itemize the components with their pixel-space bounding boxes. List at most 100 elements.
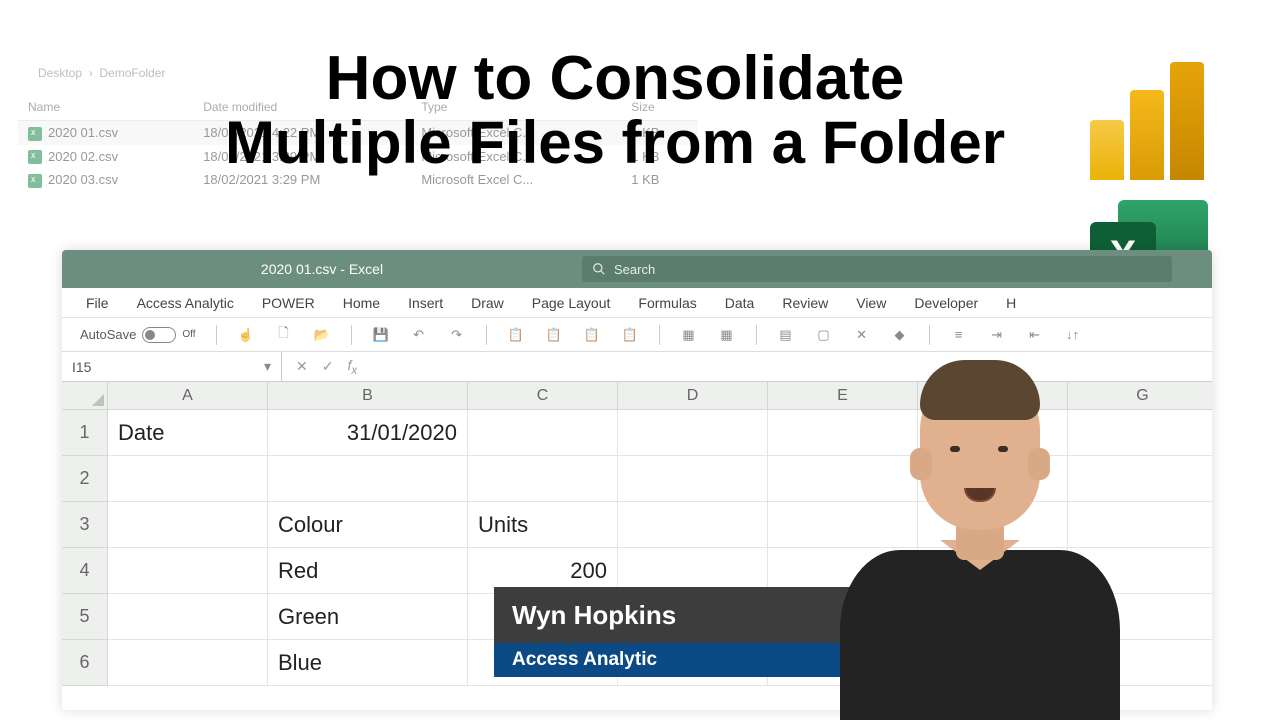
outdent-icon[interactable]: ⇤ [1026,326,1044,344]
align-icon[interactable]: ≡ [950,326,968,344]
col-header[interactable]: A [108,382,268,410]
borders-icon[interactable]: ▢ [815,326,833,344]
cell[interactable] [108,548,268,594]
cell[interactable] [618,456,768,502]
lower-third: Wyn Hopkins MVP Access Analytic [494,587,919,677]
name-box[interactable]: I15▾ [62,352,282,381]
cancel-formula-icon[interactable]: ✕ [296,358,308,375]
paste-special-icon[interactable]: 📋 [545,326,563,344]
select-all-corner[interactable] [62,382,108,410]
cell[interactable] [918,640,1068,686]
new-file-icon[interactable]: 🗋 [275,326,293,344]
cell[interactable] [918,502,1068,548]
search-icon [592,262,606,276]
window-titlebar: 2020 01.csv - Excel Search [62,250,1212,288]
cell[interactable] [108,640,268,686]
cell[interactable]: Red [268,548,468,594]
cell[interactable] [468,456,618,502]
tab-home[interactable]: Home [343,295,380,311]
mvp-badge: MVP [853,587,910,644]
tab-access-analytic[interactable]: Access Analytic [137,295,234,311]
col-header[interactable]: F [918,382,1068,410]
toggle-off-icon [142,327,176,343]
freeze-icon[interactable]: ▤ [777,326,795,344]
cell[interactable] [918,548,1068,594]
tab-file[interactable]: File [86,295,109,311]
cell[interactable] [108,594,268,640]
cell[interactable] [468,410,618,456]
row-header[interactable]: 4 [62,548,108,594]
row-header[interactable]: 2 [62,456,108,502]
cell[interactable] [1068,456,1212,502]
cell[interactable] [1068,594,1212,640]
row-header[interactable]: 6 [62,640,108,686]
redo-icon[interactable]: ↷ [448,326,466,344]
presenter-company: Access Analytic [494,643,919,677]
cell[interactable] [918,410,1068,456]
csv-icon [28,127,42,141]
accept-formula-icon[interactable]: ✓ [322,358,334,375]
col-header[interactable]: G [1068,382,1212,410]
tab-help[interactable]: H [1006,295,1016,311]
tab-view[interactable]: View [856,295,886,311]
col-header[interactable]: E [768,382,918,410]
cell[interactable] [768,502,918,548]
cell[interactable]: Colour [268,502,468,548]
ribbon-tabs: File Access Analytic POWER Home Insert D… [62,288,1212,318]
cell[interactable] [1068,502,1212,548]
powerbi-icon [1090,60,1210,180]
quick-access-toolbar: AutoSave Off ☝ 🗋 📂 💾 ↶ ↷ 📋 📋 📋 📋 ▦ ▦ ▤ ▢… [62,318,1212,352]
tab-review[interactable]: Review [782,295,828,311]
col-header[interactable]: B [268,382,468,410]
col-header[interactable]: D [618,382,768,410]
autosave-toggle[interactable]: AutoSave Off [80,327,196,343]
cell[interactable]: 31/01/2020 [268,410,468,456]
touch-mode-icon[interactable]: ☝ [237,326,255,344]
tab-draw[interactable]: Draw [471,295,504,311]
col-header[interactable]: C [468,382,618,410]
tab-power[interactable]: POWER [262,295,315,311]
cell[interactable] [918,456,1068,502]
fill-color-icon[interactable]: ▦ [718,326,736,344]
format-icon[interactable]: ◆ [891,326,909,344]
indent-icon[interactable]: ⇥ [988,326,1006,344]
cell[interactable] [618,502,768,548]
row-header[interactable]: 3 [62,502,108,548]
save-icon[interactable]: 💾 [372,326,390,344]
cell[interactable] [768,456,918,502]
cell[interactable]: Green [268,594,468,640]
cell[interactable]: Blue [268,640,468,686]
cell[interactable] [108,456,268,502]
clipboard-icon[interactable]: 📋 [621,326,639,344]
cell[interactable] [918,594,1068,640]
tab-insert[interactable]: Insert [408,295,443,311]
cell[interactable] [1068,410,1212,456]
clear-icon[interactable]: ✕ [853,326,871,344]
cell[interactable]: Units [468,502,618,548]
tab-page-layout[interactable]: Page Layout [532,295,611,311]
open-file-icon[interactable]: 📂 [313,326,331,344]
merge-icon[interactable]: ▦ [680,326,698,344]
cell[interactable] [1068,640,1212,686]
formula-bar-row: I15▾ ✕ ✓ fx [62,352,1212,382]
row-header[interactable]: 1 [62,410,108,456]
window-title: 2020 01.csv - Excel [62,261,542,277]
cell[interactable] [1068,548,1212,594]
search-box[interactable]: Search [582,256,1172,282]
row-header[interactable]: 5 [62,594,108,640]
cell[interactable]: Date [108,410,268,456]
presenter-name: Wyn Hopkins [512,600,676,631]
cell[interactable] [268,456,468,502]
fx-icon[interactable]: fx [347,357,357,377]
clipboard-icon[interactable]: 📋 [583,326,601,344]
tab-formulas[interactable]: Formulas [638,295,696,311]
cell[interactable] [618,410,768,456]
video-title: How to Consolidate Multiple Files from a… [160,46,1070,174]
sort-icon[interactable]: ↓↑ [1064,326,1082,344]
cell[interactable] [108,502,268,548]
undo-icon[interactable]: ↶ [410,326,428,344]
tab-data[interactable]: Data [725,295,755,311]
cell[interactable] [768,410,918,456]
tab-developer[interactable]: Developer [914,295,978,311]
paste-icon[interactable]: 📋 [507,326,525,344]
